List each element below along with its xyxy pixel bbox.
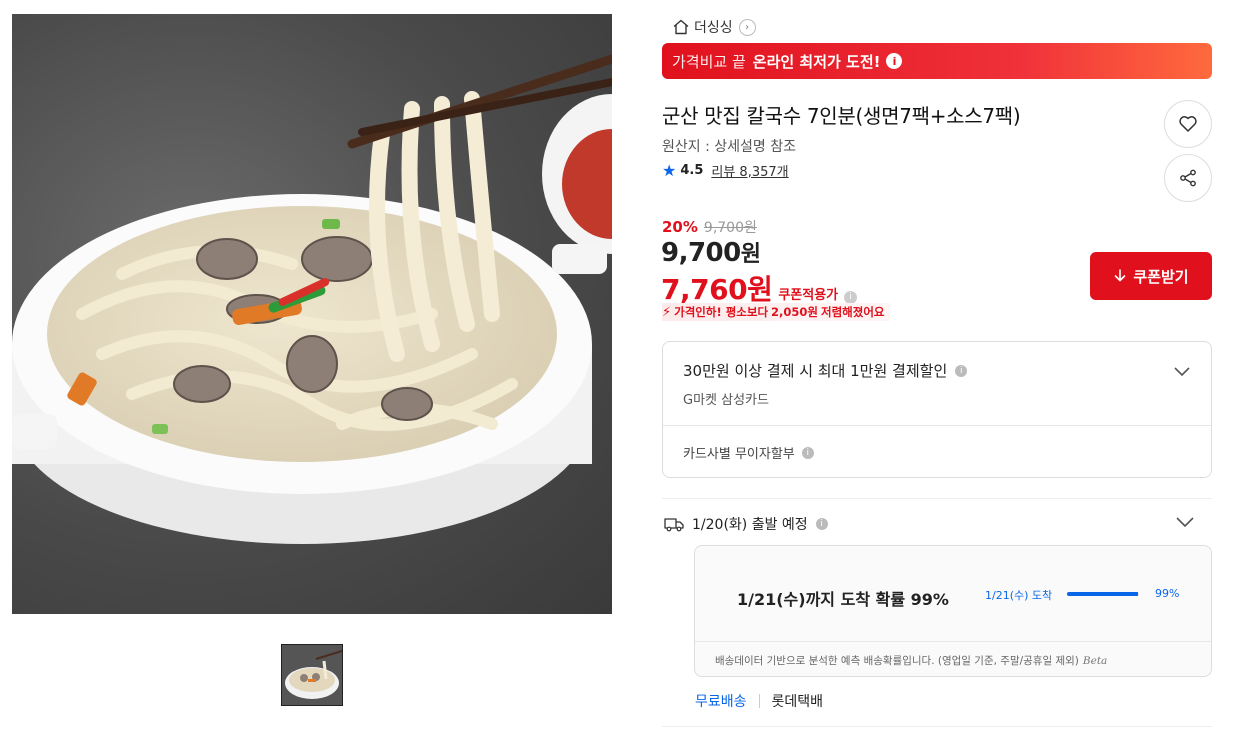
price-drop-badge: ⚡ 가격인하! 평소보다 2,050원 저렴해졌어요 [662, 303, 891, 321]
card-discount-title: 30만원 이상 결제 시 최대 1만원 결제할인 i [683, 360, 968, 381]
info-icon[interactable]: i [801, 446, 814, 459]
wishlist-button[interactable] [1164, 100, 1212, 148]
delivery-note: 배송데이터 기반으로 분석한 예측 배송확률입니다. (영업일 기준, 주말/공… [715, 653, 1107, 668]
sale-price-unit: 원 [740, 242, 761, 267]
get-coupon-button[interactable]: 쿠폰받기 [1090, 252, 1212, 300]
divider [662, 498, 1212, 499]
promo-prefix: 가격비교 끝 [672, 52, 746, 71]
discount-rate: 20% [662, 218, 698, 236]
arrival-probability-bar [1067, 592, 1139, 596]
divider [758, 694, 760, 708]
divider [663, 425, 1211, 426]
arrival-bar-label: 1/21(수) 도착 [985, 589, 1053, 602]
departure-text: 1/20(화) 출발 예정 [692, 517, 808, 533]
installment-text: 카드사별 무이자할부 [683, 447, 795, 462]
coupon-price-value: 7,760 [661, 273, 748, 306]
rating-summary: ★ 4.5 리뷰 8,357개 [662, 161, 789, 180]
share-icon [1180, 169, 1196, 187]
product-main-image[interactable] [12, 14, 612, 614]
chevron-down-icon[interactable] [1173, 362, 1191, 380]
download-icon [1115, 269, 1126, 282]
info-icon[interactable]: i [815, 518, 828, 530]
info-icon[interactable]: i [955, 364, 968, 377]
coupon-price-label: 쿠폰적용가 [778, 288, 839, 303]
info-icon[interactable]: i [886, 53, 903, 69]
thumbnail-image [282, 645, 342, 705]
carrier-name: 롯데택배 [771, 694, 824, 710]
chevron-right-icon: › [738, 18, 756, 36]
lightning-icon: ⚡ [662, 304, 672, 320]
truck-icon [664, 518, 684, 532]
review-count-link[interactable]: 리뷰 8,357개 [711, 161, 788, 180]
installment-row: 카드사별 무이자할부 i [683, 443, 814, 462]
coupon-price: 7,760원 [661, 268, 773, 308]
arrival-probability-fill [1067, 592, 1139, 596]
price-drop-suffix: 저렴해졌어요 [821, 305, 885, 319]
noodle-bowl-illustration [12, 54, 612, 544]
store-link[interactable]: 더싱싱 › [672, 17, 756, 37]
lowest-price-banner[interactable]: 가격비교 끝 온라인 최저가 도전! i [662, 43, 1212, 79]
sale-price-value: 9,700 [661, 238, 741, 268]
card-discount-text: 30만원 이상 결제 시 최대 1만원 결제할인 [683, 362, 948, 380]
chevron-down-icon[interactable] [1175, 513, 1195, 531]
discount-row: 20% 9,700원 [662, 217, 757, 237]
sale-price: 9,700원 [661, 236, 761, 268]
product-origin: 원산지 : 상세설명 참조 [662, 139, 796, 155]
divider [662, 726, 1212, 727]
shipping-departure[interactable]: 1/20(화) 출발 예정 i [664, 514, 828, 534]
store-name: 더싱싱 [694, 20, 733, 36]
coupon-price-unit: 원 [747, 273, 773, 306]
coupon-price-row: 7,760원 쿠폰적용가 i [661, 268, 858, 308]
original-price: 9,700원 [703, 220, 757, 236]
promo-highlight: 온라인 최저가 도전! [752, 52, 881, 71]
card-discount-issuer: G마켓 삼성카드 [683, 393, 769, 408]
delivery-probability-box: 1/21(수)까지 도착 확률 99% 1/21(수) 도착 99% 배송데이터… [694, 545, 1212, 677]
card-benefit-box[interactable]: 30만원 이상 결제 시 최대 1만원 결제할인 i G마켓 삼성카드 카드사별… [662, 341, 1212, 478]
star-icon: ★ [662, 161, 677, 180]
arrival-probability: 1/21(수)까지 도착 확률 99% [737, 590, 949, 609]
divider [695, 641, 1211, 642]
product-thumbnail[interactable] [281, 644, 343, 706]
shipping-options: 무료배송 롯데택배 [695, 691, 823, 711]
price-drop-amount: 2,050원 [771, 305, 818, 319]
arrival-bar-percent: 99% [1155, 587, 1180, 600]
heart-icon [1179, 116, 1197, 132]
product-title: 군산 맛집 칼국수 7인분(생면7팩+소스7팩) [662, 104, 1021, 128]
home-icon [673, 19, 689, 35]
rating-score: 4.5 [680, 163, 704, 178]
beta-label: Beta [1082, 655, 1108, 667]
info-icon[interactable]: i [844, 290, 858, 304]
share-button[interactable] [1164, 154, 1212, 202]
price-drop-prefix: 가격인하! 평소보다 [674, 305, 769, 319]
free-shipping-label: 무료배송 [695, 694, 747, 710]
coupon-button-label: 쿠폰받기 [1133, 267, 1189, 286]
delivery-note-text: 배송데이터 기반으로 분석한 예측 배송확률입니다. (영업일 기준, 주말/공… [715, 655, 1079, 667]
